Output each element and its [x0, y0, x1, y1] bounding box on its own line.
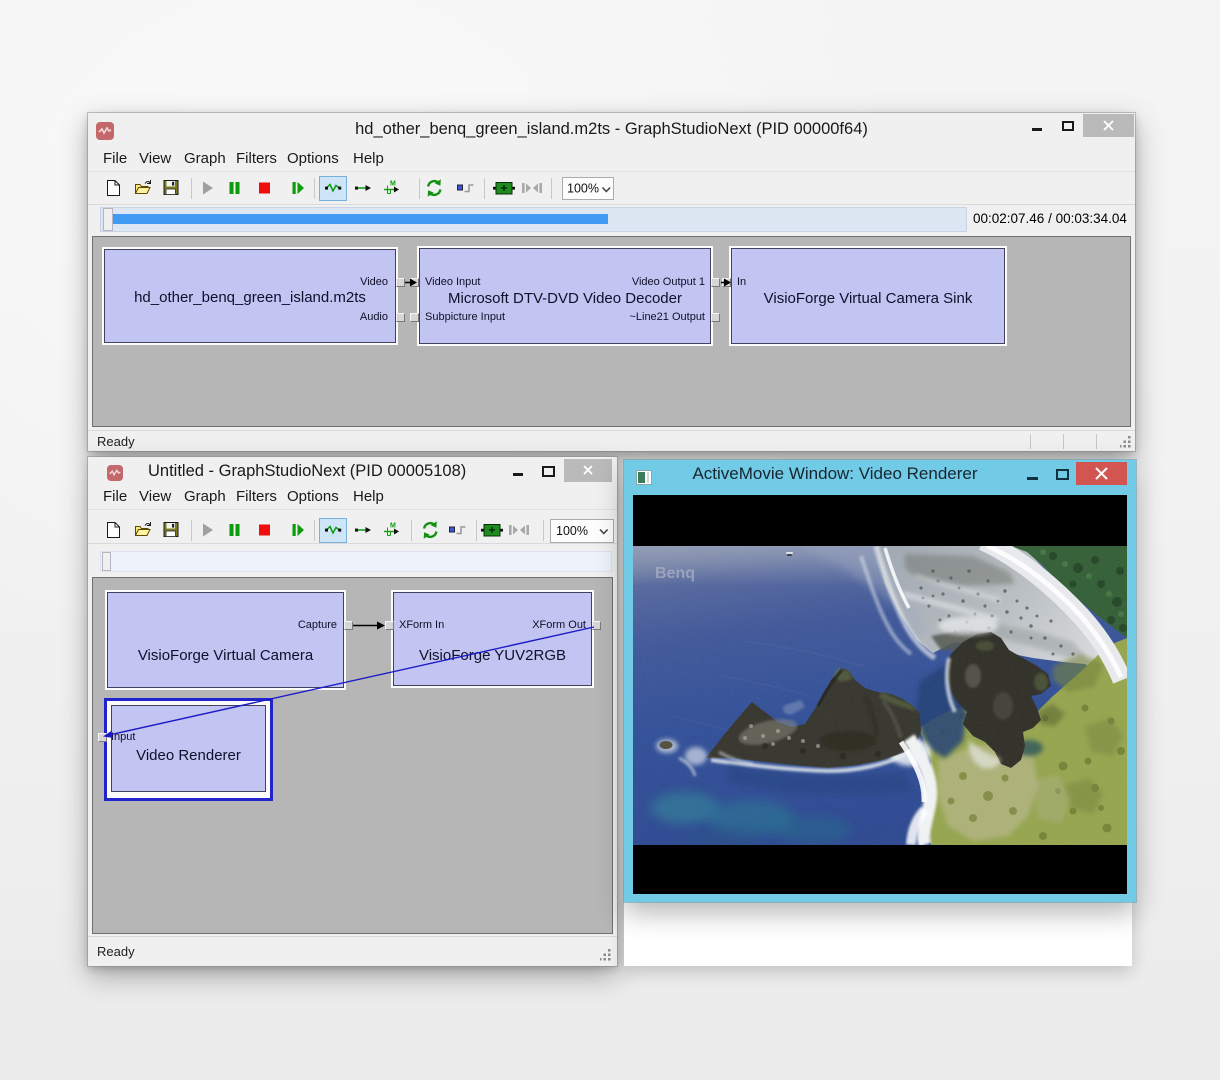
svg-text:100%: 100%	[567, 182, 599, 196]
svg-text:M: M	[390, 523, 396, 530]
svg-text:Benq: Benq	[655, 565, 695, 582]
svg-text:100%: 100%	[556, 524, 588, 538]
svg-text:M: M	[390, 181, 396, 188]
